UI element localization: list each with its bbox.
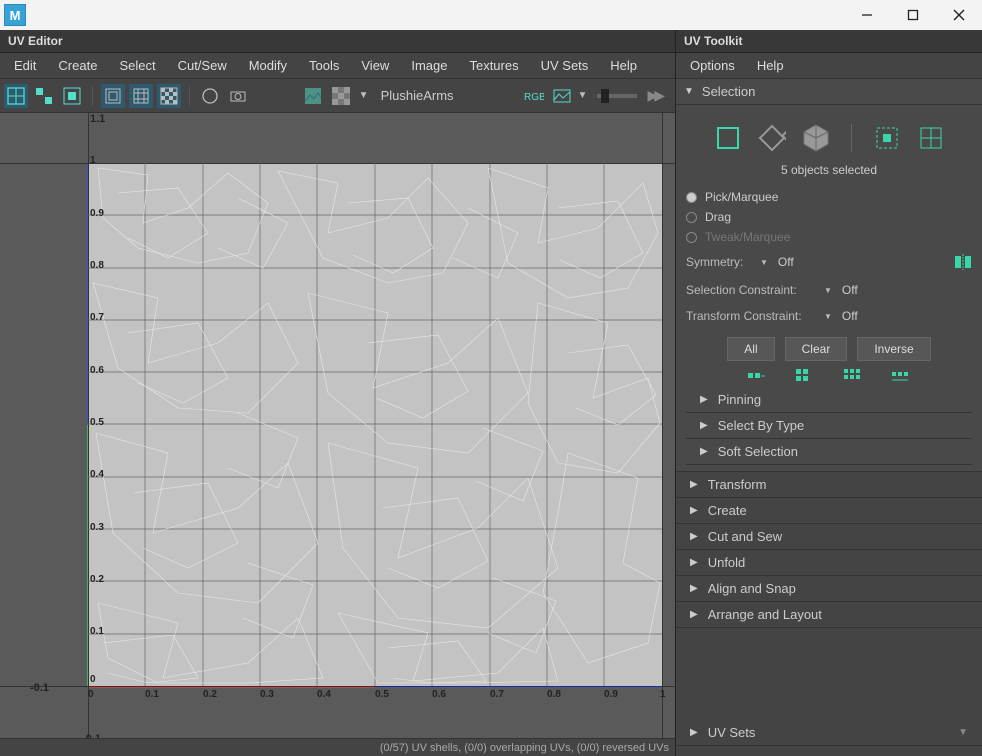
chevron-right-icon: ▶ <box>690 557 698 568</box>
select-inverse-button[interactable]: Inverse <box>857 337 930 361</box>
exposure-slider[interactable] <box>597 94 637 98</box>
radio-icon <box>686 212 697 223</box>
uv-editor-menubar: Edit Create Select Cut/Sew Modify Tools … <box>0 53 675 79</box>
select-shell-icon[interactable] <box>872 123 902 153</box>
chevron-right-icon: ▶ <box>700 394 708 405</box>
subpanel-soft-selection[interactable]: ▶Soft Selection <box>686 439 972 464</box>
sel-constraint-label: Selection Constraint: <box>686 283 816 297</box>
select-uv-icon[interactable] <box>916 123 946 153</box>
menu-uvsets[interactable]: UV Sets <box>531 55 599 76</box>
select-clear-button[interactable]: Clear <box>785 337 848 361</box>
grow-shrink-icon-3[interactable] <box>844 369 862 383</box>
y-axis-top-label: 1.1 <box>90 113 105 125</box>
y-axis-min-label: -0.1 <box>82 733 101 738</box>
menu-image[interactable]: Image <box>401 55 457 76</box>
panel-transform[interactable]: ▶Transform <box>676 472 982 497</box>
chevron-right-icon: ▶ <box>690 609 698 620</box>
toolbar-grid1-icon[interactable] <box>4 84 28 108</box>
chevron-right-icon: ▶ <box>690 583 698 594</box>
uv-editor-title: UV Editor <box>0 30 675 53</box>
select-all-button[interactable]: All <box>727 337 774 361</box>
selection-status: 5 objects selected <box>686 163 972 177</box>
dropdown-icon[interactable]: ▼ <box>958 727 968 738</box>
menu-textures[interactable]: Textures <box>459 55 528 76</box>
chevron-right-icon: ▶ <box>690 479 698 490</box>
chevron-right-icon: ▶ <box>700 420 708 431</box>
radio-icon <box>686 232 697 243</box>
menu-select[interactable]: Select <box>109 55 165 76</box>
uv-toolkit-title: UV Toolkit <box>676 30 982 53</box>
panel-unfold[interactable]: ▶Unfold <box>676 550 982 575</box>
select-face-icon[interactable] <box>713 123 743 153</box>
minimize-button[interactable] <box>844 0 890 30</box>
toolbar-rgb-icon[interactable]: RGB <box>522 84 546 108</box>
panel-cut-and-sew[interactable]: ▶Cut and Sew <box>676 524 982 549</box>
close-button[interactable] <box>936 0 982 30</box>
titlebar: M <box>0 0 982 30</box>
toolbar-circle-icon[interactable] <box>198 84 222 108</box>
menu-view[interactable]: View <box>351 55 399 76</box>
mode-drag[interactable]: Drag <box>686 207 972 227</box>
toolbar-grid3-icon[interactable] <box>60 84 84 108</box>
x-axis-min-label: -0.1 <box>30 682 49 694</box>
uv-toolkit-menubar: Options Help <box>676 53 982 79</box>
trans-constraint-dropdown[interactable]: ▼Off <box>824 309 858 323</box>
symmetry-dropdown[interactable]: ▼Off <box>760 255 794 269</box>
symmetry-label: Symmetry: <box>686 255 752 269</box>
uv-viewport[interactable]: -0.1 -0.1 1.1 0 0.1 0.2 0.3 0.4 0.5 0.6 … <box>0 113 675 738</box>
subpanel-select-by-type[interactable]: ▶Select By Type <box>686 413 972 438</box>
panel-align-and-snap[interactable]: ▶Align and Snap <box>676 576 982 601</box>
panel-create[interactable]: ▶Create <box>676 498 982 523</box>
subpanel-pinning[interactable]: ▶Pinning <box>686 387 972 412</box>
menu-edit[interactable]: Edit <box>4 55 46 76</box>
status-text: (0/57) UV shells, (0/0) overlapping UVs,… <box>380 742 669 754</box>
toolkit-menu-help[interactable]: Help <box>747 55 794 76</box>
mode-tweak-marquee: Tweak/Marquee <box>686 227 972 247</box>
trans-constraint-label: Transform Constraint: <box>686 309 816 323</box>
maximize-button[interactable] <box>890 0 936 30</box>
toolbar-expand-icon[interactable]: ▶▶ <box>647 87 661 104</box>
panel-arrange-and-layout[interactable]: ▶Arrange and Layout <box>676 602 982 627</box>
menu-cutsew[interactable]: Cut/Sew <box>168 55 237 76</box>
chevron-right-icon: ▶ <box>690 531 698 542</box>
toolbar-square1-icon[interactable] <box>101 84 125 108</box>
grow-shrink-icon-1[interactable] <box>748 369 766 383</box>
menu-create[interactable]: Create <box>48 55 107 76</box>
sel-constraint-dropdown[interactable]: ▼Off <box>824 283 858 297</box>
toolbar-grid2-icon[interactable] <box>32 84 56 108</box>
toolbar-camera-icon[interactable] <box>226 84 250 108</box>
menu-tools[interactable]: Tools <box>299 55 349 76</box>
selection-section-header[interactable]: ▼ Selection <box>676 79 982 105</box>
radio-icon <box>686 192 697 203</box>
select-object-icon[interactable] <box>801 123 831 153</box>
grow-shrink-icon-4[interactable] <box>892 369 910 383</box>
uv-editor-status: (0/57) UV shells, (0/0) overlapping UVs,… <box>0 738 675 756</box>
menu-help[interactable]: Help <box>600 55 647 76</box>
app-icon: M <box>4 4 26 26</box>
window-controls <box>844 0 982 30</box>
toolbar-landscape-icon[interactable] <box>550 84 574 108</box>
toolkit-menu-options[interactable]: Options <box>680 55 745 76</box>
chevron-right-icon: ▶ <box>690 505 698 516</box>
chevron-down-icon: ▼ <box>684 86 694 97</box>
svg-text:RGB: RGB <box>524 92 544 103</box>
uv-editor-toolbar: ▼ PlushieArms RGB ▼ ▶▶ <box>0 79 675 113</box>
select-edge-icon[interactable] <box>757 123 787 153</box>
grow-shrink-icon-2[interactable] <box>796 369 814 383</box>
mode-pick-marquee[interactable]: Pick/Marquee <box>686 187 972 207</box>
toolbar-image-icon[interactable] <box>301 84 325 108</box>
toolbar-square2-icon[interactable] <box>129 84 153 108</box>
panel-uv-sets[interactable]: ▶UV Sets▼ <box>676 720 982 745</box>
chevron-right-icon: ▶ <box>690 727 698 738</box>
toolbar-alpha-icon[interactable] <box>329 84 353 108</box>
asset-name[interactable]: PlushieArms <box>381 88 454 103</box>
chevron-right-icon: ▶ <box>700 446 708 457</box>
toolbar-checker-icon[interactable] <box>157 84 181 108</box>
menu-modify[interactable]: Modify <box>239 55 297 76</box>
selection-title: Selection <box>702 84 755 99</box>
symmetry-icon[interactable] <box>954 253 972 271</box>
